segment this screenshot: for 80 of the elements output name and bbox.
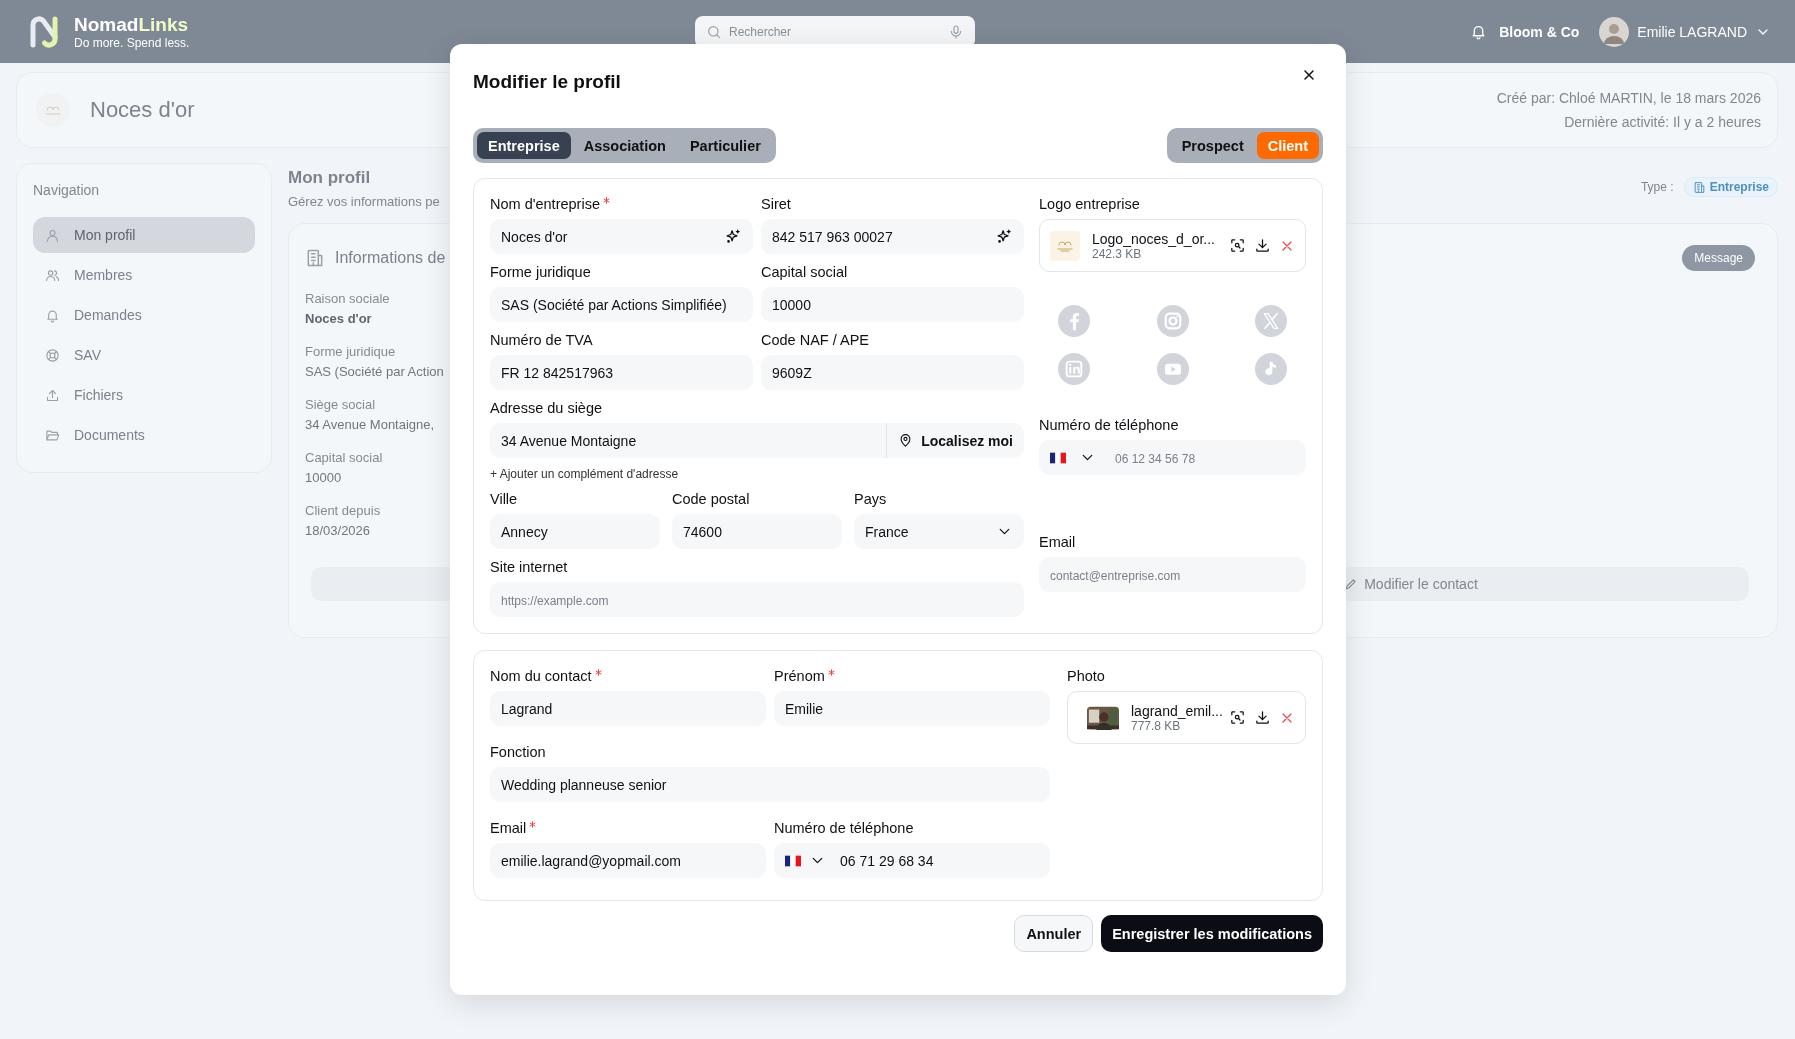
company-title: Noces d'or [90,97,195,123]
field-label: Nom d'entreprise [490,195,600,213]
user-menu[interactable]: Emilie LAGRAND [1599,16,1771,47]
field-value: 18/03/2026 [305,522,371,540]
tab[interactable]: Association [572,132,677,159]
tagline: Do more. Spend less. [74,35,190,50]
brand-name: NomadLinks [74,13,190,36]
field-label: Fonction [490,743,546,761]
field-label: Site internet [490,558,568,576]
company-name: Bloom & Co [1499,23,1580,40]
field-label: Capital social [761,263,848,281]
page-subtitle: Gérez vos informations pe [288,194,440,209]
field-label: Prénom [774,667,825,685]
card-title: Informations de [335,249,446,267]
file-name: Logo_noces_d_or... [1092,230,1216,247]
field-label: Nom du contact [490,667,592,685]
field-label: Numéro de téléphone [774,819,914,837]
tab[interactable]: Entreprise [477,132,571,159]
field-label: Pays [854,490,887,508]
email-field[interactable]: contact@entreprise.com [1039,557,1306,592]
field-label: Forme juridique [490,263,591,281]
field-label: Adresse du siège [490,399,603,417]
field-label: Capital social [305,449,383,467]
field-value: 10000 [305,469,342,487]
field-label: Numéro de téléphone [1039,416,1179,434]
field-label: Numéro de TVA [490,331,593,349]
field-label: Email [490,819,527,837]
file-size: 242.3 KB [1092,246,1142,261]
field-label: Code NAF / APE [761,331,869,349]
file-name: lagrand_emil... [1131,702,1221,719]
file-size: 777.8 KB [1131,718,1181,733]
locate-button[interactable]: Localisez moi [886,423,1024,458]
input-field[interactable]: FR 12 842517963 [490,355,753,390]
dialog-title: Modifier le profil [473,71,621,93]
input-field[interactable]: 842 517 963 00027 [761,219,1024,254]
nav-item[interactable]: Documents [33,417,255,453]
nav-item[interactable]: Fichiers [33,377,255,413]
cancel-button[interactable]: Annuler [1014,915,1094,952]
address-field[interactable]: 34 Avenue Montaigne [490,423,887,458]
field-label: Email [1039,533,1076,551]
input-field[interactable]: Lagrand [490,691,766,726]
tab[interactable]: Prospect [1170,132,1255,159]
field-value: 34 Avenue Montaigne, [305,416,435,434]
input-field[interactable]: Noces d'or [490,219,753,254]
section-title: Navigation [33,182,101,198]
website-field[interactable]: https://example.com [490,582,1024,617]
field-label: Code postal [672,490,750,508]
input-field[interactable]: Wedding planneuse senior [490,767,1050,802]
created-by: Créé par: Chloé MARTIN, le 18 mars 2026 [1496,90,1761,106]
phone-field[interactable]: 06 12 34 56 78 [1039,440,1306,475]
last-activity: Dernière activité: Il y a 2 heures [1564,114,1761,130]
field-label: Siret [761,195,791,213]
field-label: Siège social [305,396,376,414]
field-label: Client depuis [305,502,381,520]
input-field[interactable]: Emilie [774,691,1050,726]
input-field[interactable]: 10000 [761,287,1024,322]
nav-item[interactable]: SAV [33,337,255,373]
field-label: Photo [1067,667,1105,685]
input-field[interactable]: SAS (Société par Actions Simplifiée) [490,287,753,322]
field-value: Noces d'or [305,310,372,328]
country-select[interactable]: France [854,514,1024,549]
field-label: Ville [490,490,518,508]
page-title: Mon profil [288,168,372,188]
input-field[interactable]: 9609Z [761,355,1024,390]
tab[interactable]: Particulier [678,132,772,159]
field-label: Logo entreprise [1039,195,1140,213]
nav-item[interactable]: Membres [33,257,255,293]
nav-item[interactable]: Mon profil [33,217,255,253]
field-value: SAS (Société par Action [305,363,444,381]
save-button[interactable]: Enregistrer les modifications [1101,915,1323,952]
phone-field[interactable]: 06 71 29 68 34 [774,843,1050,878]
input-field[interactable]: emilie.lagrand@yopmail.com [490,843,766,878]
field-label: Raison sociale [305,290,390,308]
type-label: Type : [1640,180,1674,194]
nav-item[interactable]: Demandes [33,297,255,333]
input-field[interactable]: Annecy [490,514,660,549]
field-label: Forme juridique [305,343,396,361]
badge-text: Entreprise [1709,180,1769,194]
input-field[interactable]: 74600 [672,514,842,549]
add-address-link[interactable]: + Ajouter un complément d'adresse [490,467,679,481]
